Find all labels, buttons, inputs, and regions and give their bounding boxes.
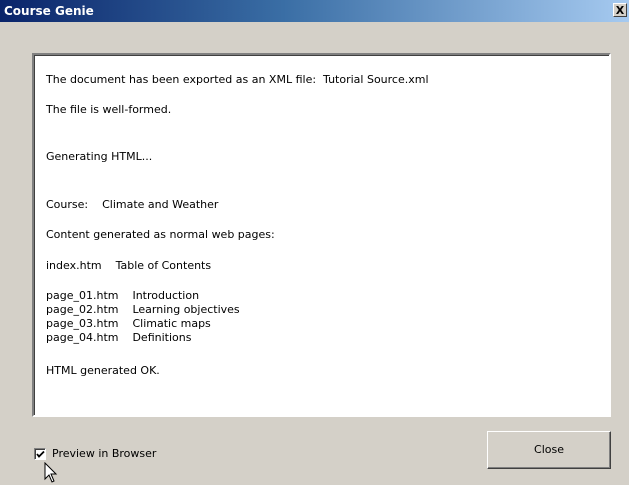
mouse-pointer-icon (44, 462, 58, 483)
log-line-page-04: page_04.htm Definitions (46, 331, 192, 344)
title-close-button[interactable]: X (613, 3, 627, 17)
log-line-page-02: page_02.htm Learning objectives (46, 303, 240, 316)
close-button[interactable]: Close (487, 431, 611, 469)
log-line-html-ok: HTML generated OK. (46, 364, 160, 377)
log-line-index: index.htm Table of Contents (46, 259, 212, 272)
preview-in-browser-label[interactable]: Preview in Browser (52, 447, 156, 461)
log-line-wellformed: The file is well-formed. (46, 103, 172, 116)
course-genie-dialog: Course Genie X The document has been exp… (0, 0, 629, 485)
output-log-panel[interactable]: The document has been exported as an XML… (32, 53, 611, 417)
log-line-content-generated: Content generated as normal web pages: (46, 228, 275, 241)
preview-in-browser-checkbox[interactable] (34, 448, 46, 460)
log-line-generating: Generating HTML... (46, 150, 153, 163)
log-line-page-03: page_03.htm Climatic maps (46, 317, 211, 330)
log-line-export: The document has been exported as an XML… (46, 73, 429, 86)
checkmark-icon (36, 450, 45, 458)
log-line-course: Course: Climate and Weather (46, 198, 219, 211)
title-bar[interactable]: Course Genie X (0, 0, 629, 22)
log-line-page-01: page_01.htm Introduction (46, 289, 200, 302)
window-title: Course Genie (4, 4, 94, 18)
